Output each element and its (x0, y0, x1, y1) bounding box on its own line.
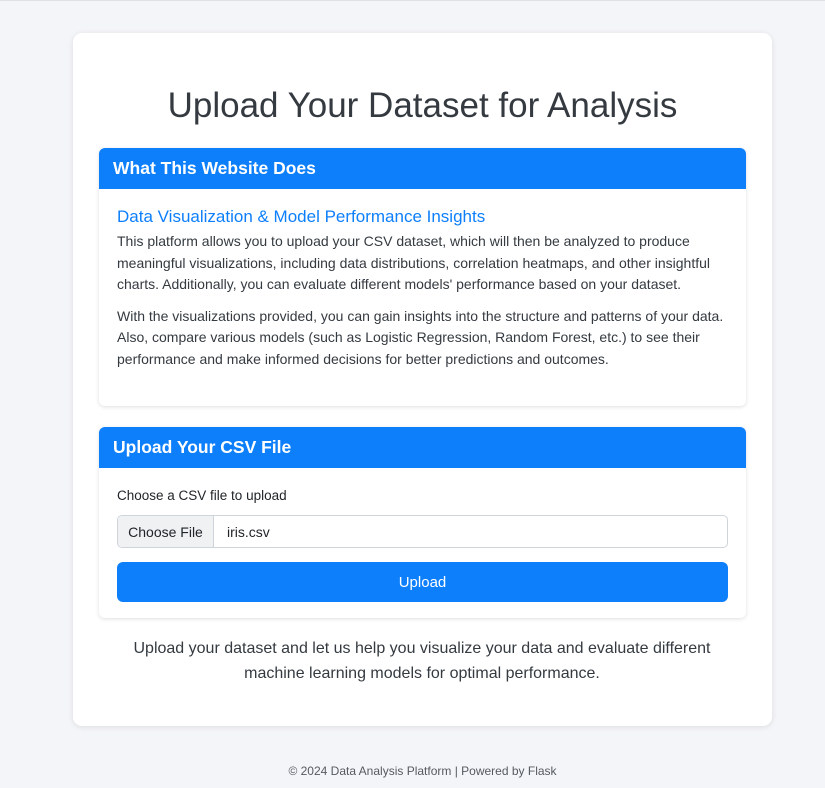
cta-text: Upload your dataset and let us help you … (133, 640, 711, 682)
upload-button[interactable]: Upload (117, 562, 728, 602)
file-input[interactable]: Choose File iris.csv (117, 515, 728, 548)
info-card-body: Data Visualization & Model Performance I… (99, 189, 746, 370)
choose-file-button[interactable]: Choose File (118, 516, 214, 547)
info-paragraph-2: With the visualizations provided, you ca… (117, 307, 724, 367)
info-subtitle: Data Visualization & Model Performance I… (117, 207, 486, 226)
info-card: What This Website Does Data Visualizatio… (99, 148, 746, 406)
info-paragraph-1: This platform allows you to upload your … (117, 233, 711, 292)
file-input-label: Choose a CSV file to upload (117, 488, 287, 503)
page-title: Upload Your Dataset for Analysis (167, 86, 678, 125)
top-border (0, 0, 825, 1)
footer: © 2024 Data Analysis Platform | Powered … (288, 764, 557, 778)
upload-card-header: Upload Your CSV File (99, 427, 746, 468)
info-card-header: What This Website Does (99, 148, 746, 189)
upload-card: Upload Your CSV File Choose a CSV file t… (99, 427, 746, 618)
selected-file-name: iris.csv (227, 523, 270, 540)
upload-form: Choose a CSV file to upload Choose File … (99, 488, 746, 602)
